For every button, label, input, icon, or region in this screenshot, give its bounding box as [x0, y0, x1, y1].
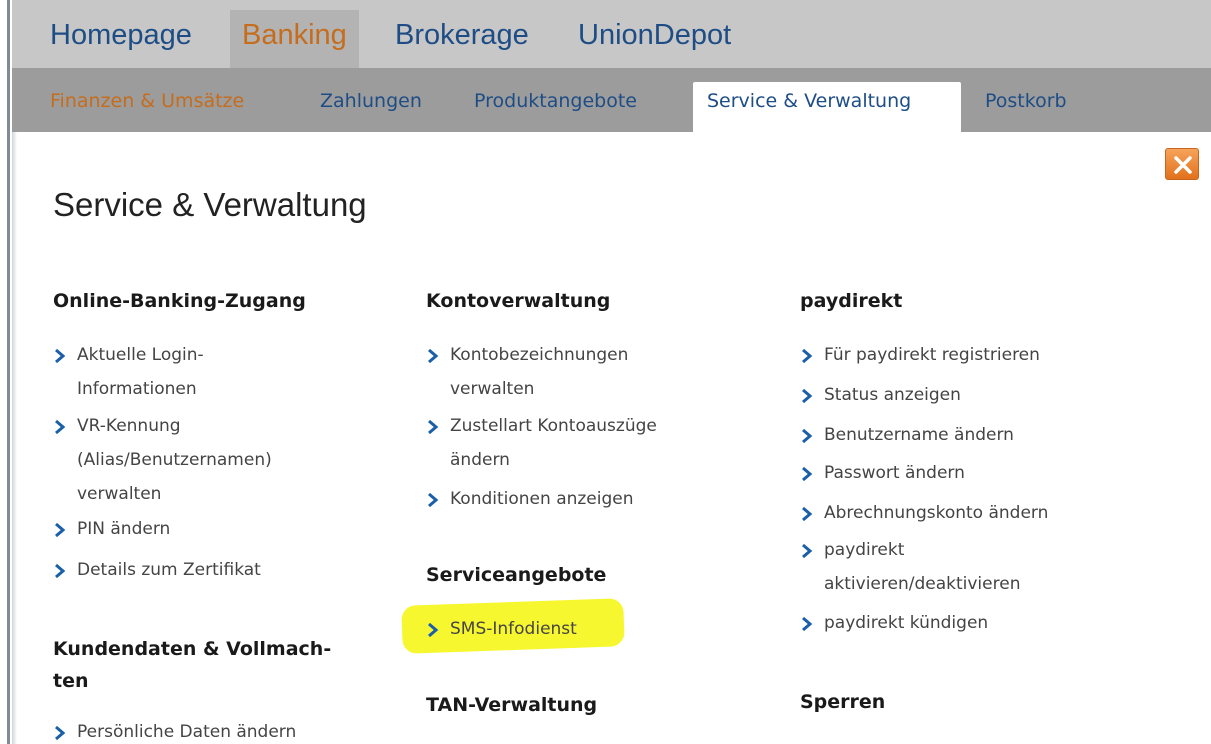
- top-tab-banking[interactable]: Banking: [230, 10, 359, 68]
- chevron-right-icon: [428, 420, 439, 434]
- sub-tab-finanzen[interactable]: Finanzen & Umsätze: [50, 82, 244, 132]
- sub-tab-produktangebote[interactable]: Produktangebote: [474, 82, 637, 132]
- chevron-right-icon: [55, 349, 66, 363]
- heading-line: ten: [53, 670, 89, 692]
- link-status-anzeigen[interactable]: Status anzeigen: [800, 378, 961, 412]
- close-button[interactable]: [1165, 148, 1199, 180]
- panel-shadow: [12, 132, 17, 744]
- link-zustellart-kontoauszuege[interactable]: Zustellart Kontoauszüge ändern: [426, 409, 657, 477]
- link-sms-infodienst[interactable]: SMS-Infodienst: [426, 612, 577, 646]
- chevron-right-icon: [55, 726, 66, 740]
- link-line: paydirekt: [824, 540, 905, 560]
- link-line: aktivieren/deaktivieren: [824, 574, 1021, 594]
- chevron-right-icon: [55, 564, 66, 578]
- link-line: paydirekt kündigen: [824, 613, 989, 633]
- sub-navigation: Finanzen & Umsätze Zahlungen Produktange…: [12, 68, 1211, 132]
- link-line: ändern: [450, 450, 510, 470]
- link-line: PIN ändern: [77, 519, 171, 539]
- heading-serviceangebote: Serviceangebote: [426, 564, 607, 586]
- sub-tab-postkorb[interactable]: Postkorb: [985, 82, 1067, 132]
- top-navigation: Homepage Banking Brokerage UnionDepot: [12, 0, 1211, 68]
- link-line: VR-Kennung: [77, 416, 181, 436]
- chevron-right-icon: [428, 623, 439, 637]
- link-paydirekt-kuendigen[interactable]: paydirekt kündigen: [800, 606, 988, 640]
- chevron-right-icon: [802, 507, 813, 521]
- heading-kundendaten-vollmachten: Kundendaten & Vollmach- ten: [53, 633, 331, 697]
- link-details-zertifikat[interactable]: Details zum Zertifikat: [53, 553, 261, 587]
- link-vr-kennung[interactable]: VR-Kennung (Alias/Benutzernamen) verwalt…: [53, 409, 272, 511]
- heading-kontoverwaltung: Kontoverwaltung: [426, 290, 611, 312]
- link-passwort-aendern[interactable]: Passwort ändern: [800, 456, 965, 490]
- link-line: (Alias/Benutzernamen): [77, 450, 272, 470]
- heading-line: Kundendaten & Vollmach-: [53, 638, 332, 660]
- heading-online-banking-zugang: Online-Banking-Zugang: [53, 290, 306, 312]
- link-line: Zustellart Kontoauszüge: [450, 416, 657, 436]
- link-persoenliche-daten[interactable]: Persönliche Daten ändern: [53, 715, 296, 744]
- chevron-right-icon: [802, 544, 813, 558]
- heading-tan-verwaltung: TAN-Verwaltung: [426, 694, 598, 716]
- link-benutzername-aendern[interactable]: Benutzername ändern: [800, 418, 1014, 452]
- link-konditionen-anzeigen[interactable]: Konditionen anzeigen: [426, 482, 634, 516]
- top-tab-brokerage[interactable]: Brokerage: [393, 10, 531, 68]
- link-line: Konditionen anzeigen: [450, 489, 634, 509]
- heading-sperren: Sperren: [800, 691, 886, 713]
- link-line: Benutzername ändern: [824, 425, 1014, 445]
- link-line: Details zum Zertifikat: [77, 560, 261, 580]
- sub-tab-service-verwaltung[interactable]: Service & Verwaltung: [693, 82, 961, 132]
- link-line: Für paydirekt registrieren: [824, 345, 1040, 365]
- chevron-right-icon: [428, 349, 439, 363]
- link-line: Aktuelle Login-: [77, 345, 204, 365]
- chevron-right-icon: [802, 389, 813, 403]
- top-tab-homepage[interactable]: Homepage: [48, 10, 194, 68]
- chevron-right-icon: [802, 467, 813, 481]
- top-tab-uniondepot[interactable]: UnionDepot: [576, 10, 733, 68]
- link-pin-aendern[interactable]: PIN ändern: [53, 512, 170, 546]
- window-left-border: [0, 0, 12, 744]
- close-icon: [1174, 156, 1192, 174]
- chevron-right-icon: [802, 617, 813, 631]
- link-line: Passwort ändern: [824, 463, 965, 483]
- link-line: verwalten: [450, 379, 535, 399]
- link-line: Kontobezeichnungen: [450, 345, 629, 365]
- page-title: Service & Verwaltung: [53, 186, 367, 223]
- link-line: verwalten: [77, 484, 162, 504]
- link-line: Informationen: [77, 379, 197, 399]
- heading-paydirekt: paydirekt: [800, 290, 903, 312]
- chevron-right-icon: [55, 523, 66, 537]
- link-line: Abrechnungskonto ändern: [824, 503, 1049, 523]
- chevron-right-icon: [55, 420, 66, 434]
- link-line: Persönliche Daten ändern: [77, 722, 297, 742]
- chevron-right-icon: [428, 493, 439, 507]
- chevron-right-icon: [802, 349, 813, 363]
- link-paydirekt-aktivieren[interactable]: paydirekt aktivieren/deaktivieren: [800, 533, 1020, 601]
- link-line: SMS-Infodienst: [450, 619, 577, 639]
- chevron-right-icon: [802, 429, 813, 443]
- link-abrechnungskonto-aendern[interactable]: Abrechnungskonto ändern: [800, 496, 1048, 530]
- link-paydirekt-registrieren[interactable]: Für paydirekt registrieren: [800, 338, 1040, 372]
- link-aktuelle-login-informationen[interactable]: Aktuelle Login- Informationen: [53, 338, 204, 406]
- link-line: Status anzeigen: [824, 385, 961, 405]
- link-kontobezeichnungen[interactable]: Kontobezeichnungen verwalten: [426, 338, 628, 406]
- sub-tab-zahlungen[interactable]: Zahlungen: [320, 82, 422, 132]
